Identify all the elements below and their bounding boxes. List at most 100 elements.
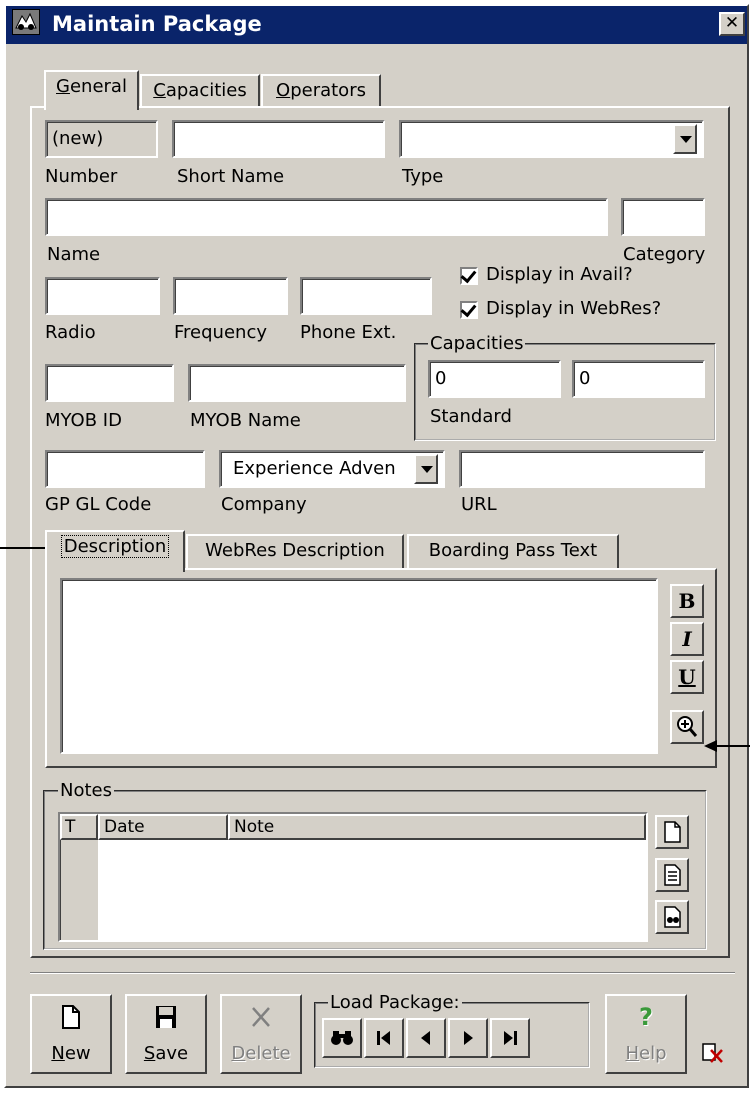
underline-icon: U bbox=[678, 665, 696, 689]
new-button[interactable]: New bbox=[30, 994, 112, 1074]
tab-general-mnemonic: G bbox=[56, 76, 70, 97]
first-record-icon bbox=[377, 1031, 390, 1045]
title-bar[interactable]: Maintain Package bbox=[6, 6, 747, 44]
tab-general-label: eneral bbox=[69, 76, 127, 97]
close-icon: ✕ bbox=[724, 13, 740, 33]
name-input[interactable] bbox=[45, 198, 608, 236]
radio-input[interactable] bbox=[45, 277, 160, 315]
capacity-standard-input-1[interactable]: 0 bbox=[428, 360, 561, 398]
notes-col-note[interactable]: Note bbox=[228, 814, 646, 840]
capacity-value-1: 0 bbox=[435, 368, 447, 389]
help-mnemonic: H bbox=[625, 1043, 640, 1064]
company-label: Company bbox=[221, 494, 307, 515]
separator bbox=[30, 972, 735, 974]
tab-operators[interactable]: Operators bbox=[261, 74, 381, 108]
standard-label: Standard bbox=[430, 406, 512, 427]
new-label: ew bbox=[64, 1043, 91, 1064]
tab-general[interactable]: General bbox=[44, 70, 139, 110]
tab-capacities[interactable]: Capacities bbox=[140, 74, 260, 108]
frequency-input[interactable] bbox=[173, 277, 288, 315]
type-label: Type bbox=[402, 166, 444, 187]
short-name-label: Short Name bbox=[177, 166, 285, 187]
notes-grid-body[interactable] bbox=[98, 840, 646, 940]
tab-description[interactable]: Description bbox=[45, 530, 185, 572]
bold-icon: B bbox=[678, 589, 696, 613]
next-record-button[interactable] bbox=[448, 1018, 488, 1058]
company-select[interactable]: Experience Adven bbox=[219, 450, 445, 488]
short-name-input[interactable] bbox=[172, 120, 385, 158]
save-button[interactable]: Save bbox=[125, 994, 207, 1074]
display-in-webres-label: Display in WebRes? bbox=[486, 298, 662, 319]
find-package-button[interactable] bbox=[322, 1018, 362, 1058]
exit-icon[interactable] bbox=[700, 1040, 726, 1066]
category-label: Category bbox=[623, 244, 706, 265]
delete-label: elete bbox=[245, 1043, 291, 1064]
type-dropdown-button[interactable] bbox=[673, 124, 697, 154]
url-label: URL bbox=[461, 494, 497, 515]
italic-button[interactable]: I bbox=[670, 622, 704, 656]
load-package-label: Load Package: bbox=[328, 992, 462, 1013]
number-label: Number bbox=[45, 166, 118, 187]
phone-ext-input[interactable] bbox=[300, 277, 432, 315]
tab-webres-description[interactable]: WebRes Description bbox=[186, 534, 404, 570]
display-in-avail-checkbox[interactable] bbox=[460, 267, 478, 285]
next-record-icon bbox=[464, 1031, 473, 1045]
help-button[interactable]: ? Help bbox=[605, 994, 687, 1074]
description-editor[interactable] bbox=[60, 578, 658, 754]
phone-ext-label: Phone Ext. bbox=[300, 322, 397, 343]
myob-id-label: MYOB ID bbox=[45, 410, 122, 431]
tab-description-label: Description bbox=[60, 535, 170, 558]
name-label: Name bbox=[47, 244, 101, 265]
underline-button[interactable]: U bbox=[670, 660, 704, 694]
last-record-button[interactable] bbox=[490, 1018, 530, 1058]
tab-capacities-mnemonic: C bbox=[153, 80, 166, 101]
myob-id-input[interactable] bbox=[45, 364, 174, 402]
tab-boarding-pass-text-label: Boarding Pass Text bbox=[428, 540, 598, 561]
tab-operators-label: perators bbox=[290, 80, 366, 101]
save-label: ave bbox=[155, 1043, 189, 1064]
find-note-button[interactable] bbox=[655, 900, 689, 934]
tab-boarding-pass-text[interactable]: Boarding Pass Text bbox=[407, 534, 619, 570]
save-mnemonic: S bbox=[143, 1043, 156, 1064]
binoculars-icon bbox=[331, 1031, 353, 1045]
capacity-standard-input-2[interactable]: 0 bbox=[572, 360, 705, 398]
find-note-icon bbox=[664, 906, 681, 928]
notes-col-t[interactable]: T bbox=[60, 814, 98, 840]
help-question-icon: ? bbox=[639, 1003, 653, 1031]
zoom-button[interactable] bbox=[670, 710, 704, 744]
bold-button[interactable]: B bbox=[670, 584, 704, 618]
capacities-group-label: Capacities bbox=[428, 333, 526, 354]
delete-x-icon bbox=[222, 1004, 300, 1030]
number-value: (new) bbox=[52, 128, 104, 149]
myob-name-input[interactable] bbox=[188, 364, 406, 402]
display-in-webres-checkbox[interactable] bbox=[460, 301, 478, 319]
category-input[interactable] bbox=[621, 198, 705, 236]
myob-name-label: MYOB Name bbox=[190, 410, 301, 431]
previous-record-button[interactable] bbox=[406, 1018, 446, 1058]
close-button[interactable]: ✕ bbox=[719, 12, 745, 36]
tab-capacities-label: apacities bbox=[165, 80, 247, 101]
notes-group-label: Notes bbox=[58, 780, 114, 801]
capacity-value-2: 0 bbox=[579, 368, 591, 389]
previous-record-icon bbox=[421, 1031, 430, 1045]
app-icon[interactable] bbox=[12, 9, 40, 35]
new-note-icon bbox=[664, 821, 681, 843]
display-in-avail-label: Display in Avail? bbox=[486, 264, 633, 285]
notes-col-date[interactable]: Date bbox=[98, 814, 228, 840]
first-record-button[interactable] bbox=[364, 1018, 404, 1058]
gp-gl-code-input[interactable] bbox=[45, 450, 205, 488]
new-document-icon bbox=[32, 1004, 110, 1030]
delete-mnemonic: D bbox=[231, 1043, 246, 1064]
url-input[interactable] bbox=[459, 450, 705, 488]
type-select[interactable] bbox=[399, 120, 704, 158]
gp-gl-code-label: GP GL Code bbox=[45, 494, 152, 515]
frequency-label: Frequency bbox=[174, 322, 267, 343]
company-value: Experience Adven bbox=[233, 458, 396, 479]
new-mnemonic: N bbox=[51, 1043, 65, 1064]
new-note-button[interactable] bbox=[655, 815, 689, 849]
company-dropdown-button[interactable] bbox=[414, 454, 438, 484]
edit-note-button[interactable] bbox=[655, 858, 689, 892]
delete-button[interactable]: Delete bbox=[220, 994, 302, 1074]
italic-icon: I bbox=[682, 627, 692, 651]
window-title: Maintain Package bbox=[52, 12, 262, 36]
